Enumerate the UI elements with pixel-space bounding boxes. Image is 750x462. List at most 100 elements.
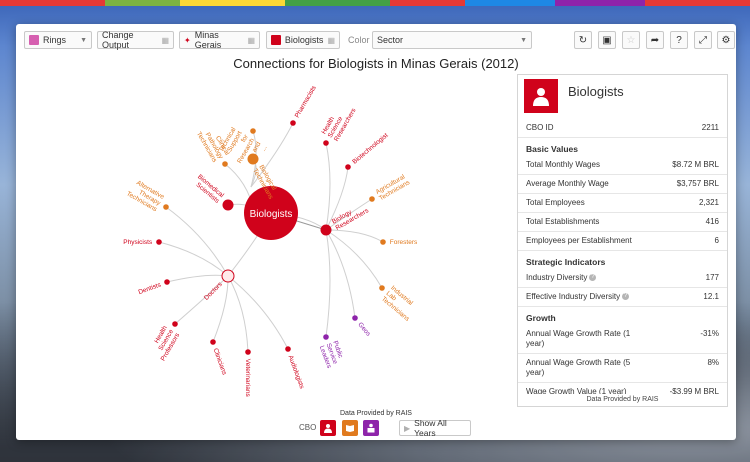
node[interactable] — [345, 164, 351, 170]
occupation-button[interactable]: Biologists ▦ — [266, 31, 340, 49]
node-label: ClinicalPathologyTechnicians — [195, 124, 231, 165]
rings-network: Biologists TechnicalSupportforResearchan… — [123, 84, 420, 398]
person-icon — [324, 424, 332, 433]
refresh-button[interactable]: ↻ — [574, 31, 592, 49]
node-label: AgriculturalTechnicians — [375, 173, 412, 203]
fullscreen-icon: ⤢ — [699, 34, 707, 46]
basic-row: Total Monthly Wages $8.72 M BRL — [518, 156, 727, 175]
node-label: Veterinarians — [244, 359, 251, 398]
node[interactable] — [247, 153, 259, 165]
color-strip — [0, 0, 750, 6]
info-icon[interactable]: ? — [589, 274, 597, 282]
growth-row: Annual Wage Growth Rate (5 year) 8% — [518, 354, 727, 383]
filter-orange-button[interactable] — [342, 420, 358, 436]
color-label: Color — [348, 35, 370, 45]
growth-title: Growth — [526, 313, 556, 323]
chevron-down-icon: ▼ — [520, 36, 527, 44]
edge — [227, 275, 249, 353]
color-value: Sector — [377, 35, 404, 45]
node[interactable] — [222, 199, 234, 211]
node-label: Foresters — [390, 239, 418, 246]
cbo-label: CBO — [299, 423, 317, 432]
node[interactable] — [369, 196, 375, 202]
node-label: Doctors — [203, 280, 224, 301]
info-panel: Biologists CBO ID 2211 Basic Values Tota… — [517, 74, 728, 407]
node-label: BiomedicalScientists — [191, 173, 225, 205]
strategic-row: Industry Diversity? 177 — [518, 269, 727, 288]
occupation-label: Biologists — [284, 35, 324, 45]
data-credit: Data Provided by RAIS — [340, 410, 412, 417]
growth-row: Annual Wage Growth Rate (1 year) -31% — [518, 325, 727, 354]
settings-button[interactable]: ⚙ — [717, 31, 735, 49]
basic-row: Employees per Establishment 6 — [518, 232, 727, 251]
node[interactable] — [222, 161, 228, 167]
basic-row: Average Monthly Wage $3,757 BRL — [518, 175, 727, 194]
edge — [325, 229, 383, 289]
node[interactable] — [250, 128, 256, 134]
refresh-icon: ↻ — [578, 34, 588, 46]
node[interactable] — [323, 334, 329, 340]
node-label: Clinicians — [212, 347, 228, 376]
node[interactable] — [172, 321, 178, 327]
node[interactable] — [352, 315, 358, 321]
grid-icon: ▦ — [161, 35, 169, 45]
node-label: Geos — [356, 321, 372, 338]
grid-icon: ▦ — [247, 35, 255, 45]
location-flag-icon: ✦ — [184, 35, 191, 45]
color-select[interactable]: Sector ▼ — [372, 31, 532, 49]
book-icon — [346, 425, 354, 432]
chevron-down-icon: ▼ — [80, 36, 87, 44]
node[interactable] — [323, 140, 329, 146]
node[interactable] — [156, 239, 162, 245]
visualization-card: Rings ▼ Change Output ▦ ✦ Minas Gerais ▦… — [16, 24, 736, 440]
node-label: Biotechnologist — [351, 132, 389, 166]
viz-type-select[interactable]: Rings ▼ — [24, 31, 92, 49]
info-icon[interactable]: ? — [622, 293, 630, 301]
node[interactable] — [163, 204, 169, 210]
play-icon: ▶ — [404, 423, 411, 433]
strategic-title: Strategic Indicators — [526, 257, 606, 267]
grid-icon: ▦ — [327, 35, 335, 45]
node[interactable] — [290, 120, 296, 126]
node[interactable] — [285, 346, 291, 352]
share-button[interactable]: ➦ — [646, 31, 664, 49]
help-icon: ? — [676, 34, 682, 46]
node[interactable] — [210, 339, 216, 345]
node-label: IndustrialLabTechnicians — [380, 285, 420, 324]
filter-purple-button[interactable] — [363, 420, 379, 436]
filter-red-button[interactable] — [320, 420, 336, 436]
star-button[interactable]: ☆ — [622, 31, 640, 49]
node-label: HealthScienceProfessors — [147, 324, 181, 362]
node-label: Physicists — [123, 239, 153, 246]
node-label: AlternativeTherapyTechnicians — [125, 178, 166, 214]
node[interactable] — [164, 279, 170, 285]
node-label: Dentists — [138, 281, 163, 296]
show-all-years-button[interactable]: ▶ Show All Years — [399, 418, 471, 438]
panel-header: Biologists — [518, 75, 727, 117]
node-label: Audiologists — [287, 354, 306, 390]
podium-icon — [367, 423, 375, 433]
node[interactable] — [245, 349, 251, 355]
edge — [325, 229, 331, 338]
basic-row: Total Establishments 416 — [518, 213, 727, 232]
basic-row: Total Employees 2,321 — [518, 194, 727, 213]
occupation-icon — [271, 35, 281, 45]
node-label: HealthScienceResearchers — [321, 99, 358, 142]
save-icon: ▣ — [602, 34, 612, 46]
viz-type-label: Rings — [43, 35, 67, 45]
save-button[interactable]: ▣ — [598, 31, 616, 49]
fullscreen-button[interactable]: ⤢ — [694, 31, 712, 49]
edge — [166, 274, 229, 283]
location-button[interactable]: ✦ Minas Gerais ▦ — [179, 30, 260, 50]
occupation-icon — [524, 79, 558, 113]
change-output-button[interactable]: Change Output ▦ — [97, 30, 174, 50]
node[interactable] — [221, 269, 235, 283]
edge — [227, 275, 289, 350]
node[interactable] — [320, 224, 332, 236]
help-button[interactable]: ? — [670, 31, 688, 49]
node[interactable] — [379, 285, 385, 291]
node-label: PublicServiceLeaders — [318, 340, 346, 370]
node[interactable] — [380, 239, 386, 245]
edge — [165, 206, 229, 277]
panel-credit: Data Provided by RAIS — [518, 394, 727, 406]
